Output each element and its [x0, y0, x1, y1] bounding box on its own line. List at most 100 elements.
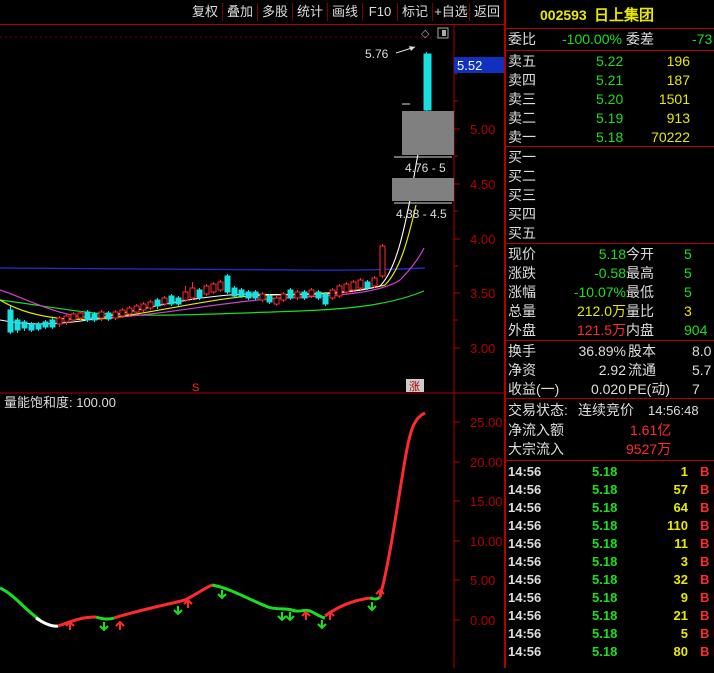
divider — [506, 460, 714, 461]
overlay-button[interactable]: 叠加 — [223, 3, 258, 21]
tick-side: B — [700, 572, 710, 587]
sub-tick-label: 10.00 — [470, 534, 503, 549]
tick-row: 14:56 5.18 80 B — [506, 643, 714, 661]
extra-stat-value: 2.92 — [598, 362, 626, 378]
extra-stat-label: 换手 — [508, 343, 536, 359]
candle-body — [231, 287, 238, 297]
bid-level-row: 买五 — [506, 224, 714, 243]
bid-level-row: 买四 — [506, 205, 714, 224]
sell-arrow-icon — [277, 612, 287, 622]
kline-chart-svg[interactable]: 5.00 4.50 4.00 3.50 3.00 5.52 ◇ 4.76 - 5… — [0, 25, 504, 668]
annotation-box2-label: 4.38 - 4.5 — [396, 207, 447, 221]
statistics-button[interactable]: 统计 — [293, 3, 328, 21]
mark-button[interactable]: 标记 — [398, 3, 433, 21]
stat-row: 现价 5.18 今开 5 — [506, 245, 714, 264]
candle-body — [322, 293, 329, 305]
net-inflow-value: 1.61亿 — [630, 422, 672, 438]
chart-area[interactable]: 5.00 4.50 4.00 3.50 3.00 5.52 ◇ 4.76 - 5… — [0, 25, 504, 668]
candle-body — [259, 293, 266, 301]
sub-tick-label: 5.00 — [470, 573, 495, 588]
weicha-value: -73 — [692, 31, 713, 47]
trade-status-label: 交易状态: — [508, 402, 568, 418]
limit-up-badge-label: 涨 — [409, 380, 420, 393]
tick-side: B — [700, 590, 710, 605]
candle-body — [168, 295, 175, 305]
back-button[interactable]: 返回 — [470, 3, 504, 21]
add-watchlist-button[interactable]: +自选 — [433, 3, 470, 21]
buy-arrow-icon — [301, 610, 311, 620]
extra-stat-label: 流通 — [628, 362, 656, 378]
stat-value: 904 — [684, 322, 708, 338]
bid-level-label: 买二 — [508, 168, 536, 184]
stat-label: 今开 — [626, 246, 654, 262]
block-inflow-row: 大宗流入 9527万 — [506, 440, 714, 459]
bid-level-row: 买一 — [506, 148, 714, 167]
f10-button[interactable]: F10 — [363, 3, 398, 21]
candle-body — [280, 293, 287, 301]
candle-body — [301, 291, 308, 299]
candle-body — [91, 313, 98, 321]
tick-price: 5.18 — [592, 554, 618, 569]
tick-time: 14:56 — [508, 590, 542, 605]
tick-volume: 57 — [673, 482, 688, 497]
tick-time: 14:56 — [508, 572, 542, 587]
tick-price: 5.18 — [592, 482, 618, 497]
tick-time: 14:56 — [508, 644, 542, 659]
tick-volume: 80 — [673, 644, 688, 659]
candle-body — [379, 245, 386, 277]
ma-line-blue — [0, 267, 426, 271]
trade-status-value: 连续竞价 — [578, 402, 634, 418]
stat-value: -0.58 — [594, 265, 626, 281]
candle-body — [35, 323, 42, 330]
candle-body — [126, 307, 133, 315]
stock-code: 002593 — [540, 7, 587, 23]
candle-body — [147, 301, 154, 309]
extra-stat-label: 净资 — [508, 362, 536, 378]
tick-time: 14:56 — [508, 608, 542, 623]
tick-price: 5.18 — [592, 626, 618, 641]
ask-level-row: 卖一 5.18 70222 — [506, 128, 714, 147]
price-tick-label: 4.00 — [470, 232, 495, 247]
sub-axis-tick: 10.00 — [454, 534, 503, 549]
candle-body — [112, 311, 119, 319]
draw-line-button[interactable]: 画线 — [328, 3, 363, 21]
candle-body — [423, 53, 432, 111]
candle-body — [133, 305, 140, 313]
sell-arrow-icon — [217, 590, 227, 600]
candle-body — [105, 312, 112, 320]
multi-stock-button[interactable]: 多股 — [258, 3, 293, 21]
net-inflow-label: 净流入额 — [508, 422, 564, 438]
sell-arrow-icon — [173, 606, 183, 616]
fuquan-button[interactable]: 复权 — [188, 3, 223, 21]
ask-price: 5.19 — [596, 110, 624, 126]
extra-stat-value: 0.020 — [590, 381, 626, 397]
diamond-icon[interactable]: ◇ — [421, 28, 430, 40]
candle-body — [371, 277, 378, 287]
tick-side: B — [700, 482, 710, 497]
saturation-line-red — [113, 583, 213, 620]
stat-value: 5 — [684, 246, 692, 262]
candle-body — [21, 321, 28, 329]
ask-level-label: 卖一 — [508, 129, 536, 145]
price-tick-label: 4.50 — [470, 177, 495, 192]
extra-stat-row: 换手 36.89% 股本 8.0 — [506, 342, 714, 361]
price-tick-label: 3.50 — [470, 286, 495, 301]
divider — [506, 146, 714, 147]
candle-body — [294, 291, 301, 299]
candle-body — [252, 291, 259, 299]
weicha-label: 委差 — [626, 31, 654, 47]
tick-price: 5.18 — [592, 644, 618, 659]
tick-volume: 21 — [673, 608, 688, 623]
stat-value: 5 — [684, 284, 692, 300]
ma-line-yellow — [0, 204, 417, 320]
saturation-line-green — [95, 615, 115, 621]
quote-panel: 002593 日上集团 委比 -100.00% 委差 -73 卖五 5.22 196… — [504, 0, 714, 668]
bid-level-row: 买三 — [506, 186, 714, 205]
tick-row: 14:56 5.18 9 B — [506, 589, 714, 607]
sub-tick-label: 0.00 — [470, 613, 495, 628]
stat-value: 5 — [684, 265, 692, 281]
buy-arrow-icon — [115, 620, 125, 630]
trade-time: 14:56:48 — [648, 403, 699, 418]
tick-side: B — [700, 644, 710, 659]
extra-stat-row: 净资 2.92 流通 5.7 — [506, 361, 714, 380]
